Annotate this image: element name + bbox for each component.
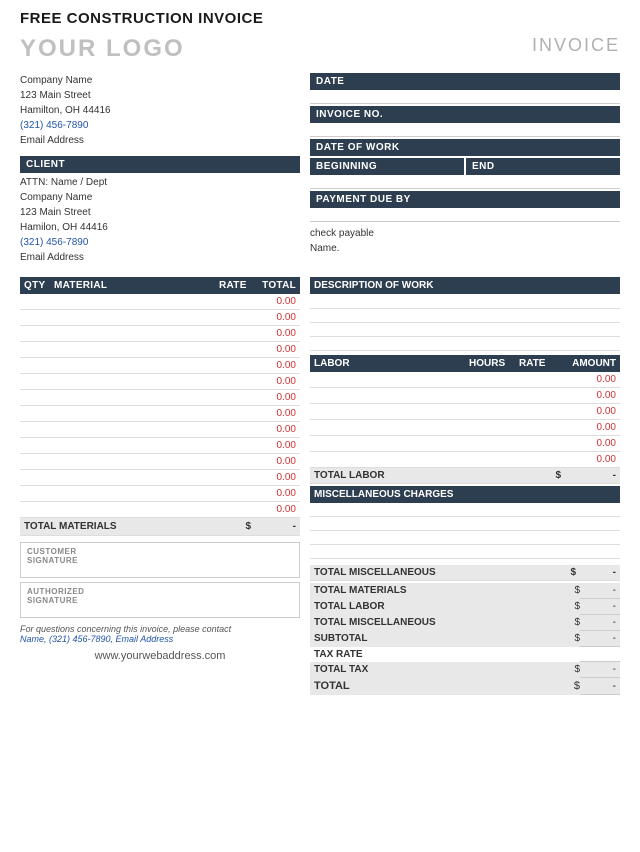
mat-row: 0.00 (20, 470, 300, 486)
company-city: Hamilton, OH 44416 (20, 103, 300, 118)
summary-misc-row: TOTAL MISCELLANEOUS $ - (310, 615, 620, 631)
summary-labor-row: TOTAL LABOR $ - (310, 599, 620, 615)
mat-row: 0.00 (20, 438, 300, 454)
mat-col-rate: RATE (215, 277, 255, 294)
summary-totaltax-row: TOTAL TAX $ - (310, 662, 620, 678)
labor-row: 0.00 (310, 403, 620, 419)
mat-row: 0.00 (20, 390, 300, 406)
end-label: END (466, 158, 620, 175)
summary-total-row: TOTAL $ - (310, 678, 620, 695)
company-phone: (321) 456-7890 (20, 118, 300, 133)
labor-table: LABOR HOURS RATE AMOUNT 0.00 0.00 0.00 0… (310, 355, 620, 484)
misc-row (310, 517, 620, 531)
misc-total-table: TOTAL MISCELLANEOUS $ - (310, 565, 620, 581)
client-email: Email Address (20, 250, 300, 265)
summary-taxrate-row: TAX RATE (310, 647, 620, 662)
misc-row (310, 503, 620, 517)
website: www.yourwebaddress.com (20, 650, 300, 662)
misc-table: MISCELLANEOUS CHARGES (310, 486, 620, 560)
labor-col-rate: RATE (515, 355, 565, 372)
mat-row: 0.00 (20, 454, 300, 470)
labor-row: 0.00 (310, 451, 620, 467)
mat-col-qty: QTY (20, 277, 50, 294)
client-attn: ATTN: Name / Dept (20, 175, 300, 190)
client-info: ATTN: Name / Dept Company Name 123 Main … (20, 175, 300, 265)
date-of-work-label: DATE OF WORK (310, 139, 620, 156)
labor-row: 0.00 (310, 387, 620, 403)
materials-table: QTY MATERIAL RATE TOTAL 0.00 0.00 0.00 0… (20, 277, 300, 536)
mat-row: 0.00 (20, 358, 300, 374)
check-payable: check payable Name. (310, 226, 620, 256)
beginning-label: BEGINNING (310, 158, 464, 175)
description-table: DESCRIPTION OF WORK (310, 277, 620, 351)
desc-header: DESCRIPTION OF WORK (310, 277, 620, 294)
mat-row: 0.00 (20, 406, 300, 422)
summary-materials-row: TOTAL MATERIALS $ - (310, 583, 620, 599)
payment-due-row: PAYMENT DUE BY (310, 191, 620, 208)
labor-row: 0.00 (310, 435, 620, 451)
mat-col-total: TOTAL (255, 277, 300, 294)
footer-note: For questions concerning this invoice, p… (20, 624, 300, 644)
misc-total-row: TOTAL MISCELLANEOUS $ - (310, 565, 620, 581)
desc-row (310, 294, 620, 308)
company-email: Email Address (20, 133, 300, 148)
authorized-signature: AUTHORIZED SIGNATURE (20, 582, 300, 618)
labor-col-labor: LABOR (310, 355, 465, 372)
client-header: CLIENT (20, 156, 300, 173)
invoice-no-label: INVOICE NO. (310, 106, 620, 123)
payment-due-label: PAYMENT DUE BY (310, 191, 620, 208)
mat-total-row: TOTAL MATERIALS $ - (20, 518, 300, 536)
begin-end-row: BEGINNING END (310, 158, 620, 175)
mat-row: 0.00 (20, 374, 300, 390)
invoice-no-row: INVOICE NO. (310, 106, 620, 123)
mat-col-material: MATERIAL (50, 277, 215, 294)
company-info: Company Name 123 Main Street Hamilton, O… (20, 73, 300, 148)
date-of-work-row: DATE OF WORK (310, 139, 620, 156)
labor-total-row: TOTAL LABOR $ - (310, 467, 620, 483)
desc-row (310, 322, 620, 336)
client-name: Company Name (20, 190, 300, 205)
company-street: 123 Main Street (20, 88, 300, 103)
labor-col-hours: HOURS (465, 355, 515, 372)
mat-row: 0.00 (20, 294, 300, 310)
mat-row: 0.00 (20, 486, 300, 502)
labor-col-amount: AMOUNT (565, 355, 620, 372)
customer-signature: CUSTOMER SIGNATURE (20, 542, 300, 578)
desc-row (310, 336, 620, 350)
client-street: 123 Main Street (20, 205, 300, 220)
mat-row: 0.00 (20, 502, 300, 518)
misc-row (310, 545, 620, 559)
mat-row: 0.00 (20, 422, 300, 438)
labor-row: 0.00 (310, 372, 620, 388)
desc-row (310, 308, 620, 322)
misc-row (310, 531, 620, 545)
summary-subtotal-row: SUBTOTAL $ - (310, 631, 620, 647)
client-phone: (321) 456-7890 (20, 235, 300, 250)
mat-row: 0.00 (20, 310, 300, 326)
mat-row: 0.00 (20, 342, 300, 358)
labor-row: 0.00 (310, 419, 620, 435)
date-row: DATE (310, 73, 620, 90)
date-label: DATE (310, 73, 620, 90)
mat-row: 0.00 (20, 326, 300, 342)
summary-table: TOTAL MATERIALS $ - TOTAL LABOR $ - TOTA… (310, 583, 620, 695)
invoice-label: INVOICE (532, 35, 620, 56)
client-city: Hamilon, OH 44416 (20, 220, 300, 235)
misc-header: MISCELLANEOUS CHARGES (310, 486, 620, 503)
logo: YOUR LOGO (20, 35, 185, 63)
company-name: Company Name (20, 73, 300, 88)
page-title: FREE CONSTRUCTION INVOICE (20, 10, 620, 27)
